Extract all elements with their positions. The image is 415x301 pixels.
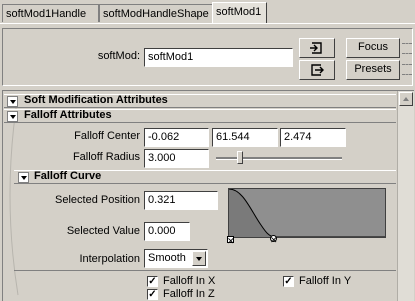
falloff-curve-graph[interactable]	[228, 188, 386, 238]
input-connections-button[interactable]	[299, 38, 335, 58]
falloff-in-z-checkbox[interactable]: ✓	[147, 289, 158, 300]
tab-softmodhandleshape[interactable]: softModHandleShape	[99, 4, 213, 22]
divider	[14, 270, 396, 271]
tab-bar: softMod1Handle softModHandleShape softMo…	[0, 0, 415, 24]
presets-button[interactable]: Presets	[346, 60, 400, 80]
output-arrow-icon	[311, 64, 324, 76]
interpolation-value: Smooth	[148, 252, 186, 264]
node-label: softMod:	[97, 50, 140, 62]
falloff-in-x-label: Falloff In X	[163, 275, 216, 287]
slider-thumb[interactable]	[237, 151, 243, 164]
input-arrow-icon	[310, 42, 322, 54]
dotted-line	[402, 74, 412, 76]
tab-softmod1[interactable]: softMod1	[212, 2, 267, 24]
falloff-in-y-checkbox[interactable]: ✓	[283, 276, 294, 287]
vertical-scrollbar[interactable]	[397, 91, 414, 301]
interpolation-dropdown[interactable]: Smooth	[144, 249, 208, 268]
collapse-arrow-icon[interactable]	[7, 96, 18, 107]
key-marker-icon[interactable]: ✕	[270, 236, 278, 245]
scroll-up-icon[interactable]	[399, 92, 413, 106]
delete-key-icon[interactable]: ✕	[227, 237, 235, 246]
focus-button[interactable]: Focus	[346, 38, 400, 58]
falloff-radius-slider[interactable]	[216, 151, 342, 164]
collapse-arrow-icon[interactable]	[7, 111, 18, 122]
tab-separator	[0, 23, 415, 24]
falloff-attributes-title: Falloff Attributes	[24, 109, 112, 121]
node-name-field[interactable]: softMod1	[144, 48, 293, 67]
dotted-line	[402, 43, 412, 45]
falloff-radius-label: Falloff Radius	[72, 151, 140, 163]
selected-position-label: Selected Position	[55, 194, 140, 206]
chevron-down-icon[interactable]	[192, 251, 206, 266]
falloff-radius-field[interactable]: 3.000	[144, 149, 209, 168]
falloff-center-x-field[interactable]: -0.062	[144, 128, 209, 147]
falloff-center-label: Falloff Center	[74, 130, 140, 142]
falloff-center-z-field[interactable]: 2.474	[280, 128, 346, 147]
tab-label: softMod1	[216, 6, 262, 18]
falloff-in-y-label: Falloff In Y	[299, 275, 352, 287]
selected-position-field[interactable]: 0.321	[144, 191, 218, 210]
tab-softmod1handle[interactable]: softMod1Handle	[2, 4, 99, 22]
collapse-arrow-icon[interactable]	[18, 172, 29, 183]
output-connections-button[interactable]	[299, 60, 335, 80]
selected-value-field[interactable]: 0.000	[144, 222, 190, 241]
falloff-in-x-checkbox[interactable]: ✓	[147, 276, 158, 287]
dotted-line	[402, 53, 412, 55]
soft-mod-section-title: Soft Modification Attributes	[24, 94, 168, 106]
interpolation-label: Interpolation	[79, 253, 140, 265]
falloff-center-y-field[interactable]: 61.544	[212, 128, 278, 147]
selected-value-label: Selected Value	[66, 225, 140, 237]
falloff-curve-title: Falloff Curve	[34, 170, 102, 182]
tab-label: softMod1Handle	[6, 8, 87, 20]
tab-label: softModHandleShape	[103, 8, 209, 20]
falloff-in-z-label: Falloff In Z	[163, 288, 215, 300]
dotted-line	[402, 64, 412, 66]
falloff-curve-svg	[228, 188, 385, 238]
